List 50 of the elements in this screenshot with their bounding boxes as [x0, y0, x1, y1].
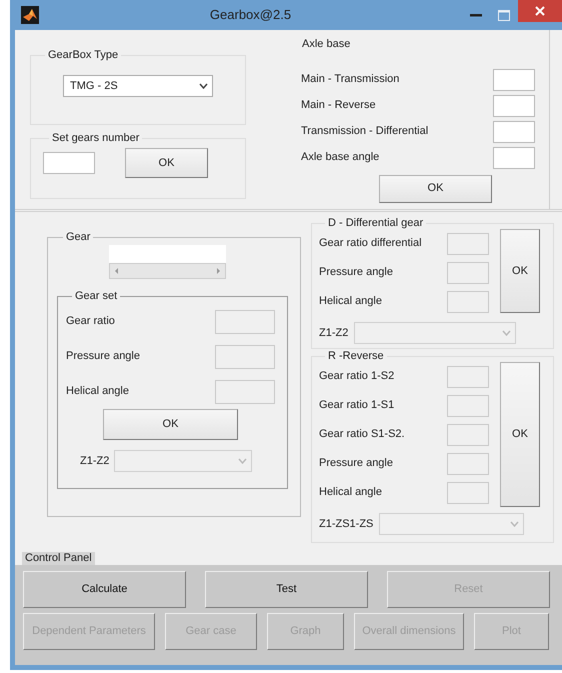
field-label: Z1-Z2: [319, 326, 348, 341]
field-label: Pressure angle: [66, 349, 140, 364]
ok-button[interactable]: OK: [379, 174, 492, 202]
ok-button[interactable]: OK: [500, 362, 540, 507]
input-field[interactable]: [493, 120, 535, 142]
field-label: Gear ratio differential: [319, 236, 422, 252]
app-icon: [21, 6, 39, 24]
close-button[interactable]: [518, 0, 562, 22]
dropdown[interactable]: TMG - 2S: [63, 75, 213, 97]
panel-button[interactable]: Test: [205, 571, 368, 608]
field-label: Gear ratio S1-S2.: [319, 427, 405, 442]
field-label: Transmission - Differential: [301, 124, 428, 140]
minimize-icon: [470, 14, 482, 16]
group-title: Set gears number: [51, 133, 140, 144]
group-title: D - Differential gear: [327, 218, 424, 229]
field-label: Helical angle: [319, 294, 382, 310]
field-label: Z1-Z2: [80, 454, 110, 469]
field-label: Gear ratio 1-S1: [319, 398, 394, 414]
caret-icon: [502, 330, 512, 336]
ok-button[interactable]: OK: [125, 148, 208, 178]
ok-button[interactable]: OK: [103, 409, 238, 440]
group-title: GearBox Type: [47, 50, 120, 61]
scrollbar[interactable]: [109, 263, 226, 279]
field-label: Main - Transmission: [301, 72, 400, 88]
field-label: Gear ratio 1-S2: [319, 369, 394, 384]
caret-icon: [238, 458, 248, 464]
group-title: Gear set: [74, 291, 118, 302]
field-label: Z1-ZS1-ZS: [319, 516, 374, 532]
field-label: Pressure angle: [319, 456, 393, 472]
group-title: Gear: [65, 232, 92, 243]
maximize-icon: [498, 10, 510, 20]
field-label: Helical angle: [319, 485, 382, 500]
ok-button[interactable]: OK: [500, 229, 540, 313]
group-title: R -Reverse: [327, 351, 385, 362]
panel-button[interactable]: Calculate: [23, 571, 186, 608]
window-title: Gearbox@2.5: [208, 6, 292, 24]
caret-icon: [510, 521, 520, 527]
input-field[interactable]: [493, 68, 535, 90]
input-field[interactable]: [493, 146, 535, 168]
panel-title: Control Panel: [22, 552, 95, 565]
caret-icon: [199, 83, 208, 89]
field-label: Gear ratio: [66, 314, 115, 330]
input-field[interactable]: [43, 152, 95, 174]
close-icon: [535, 6, 545, 16]
input-field[interactable]: [493, 94, 535, 116]
field-label: Helical angle: [66, 384, 129, 400]
section-title: Axle base: [302, 37, 352, 52]
field-label: Axle base angle: [301, 150, 380, 166]
field-label: Pressure angle: [319, 265, 393, 280]
field-label: Main - Reverse: [301, 98, 376, 114]
